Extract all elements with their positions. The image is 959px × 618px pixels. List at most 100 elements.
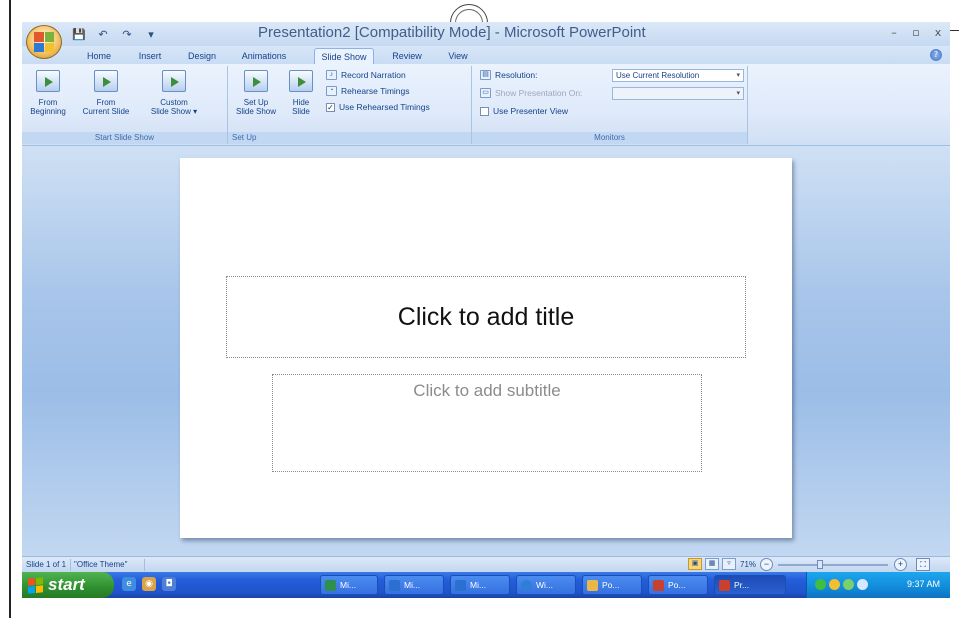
tab-slide-show[interactable]: Slide Show: [314, 48, 374, 64]
slide-sorter-view-icon[interactable]: ▦: [705, 558, 719, 570]
taskbar-button-5[interactable]: Po...: [582, 575, 642, 595]
projector-screen-icon: [94, 70, 118, 92]
set-up-slide-show-button[interactable]: Set Up Slide Show: [232, 70, 280, 116]
maximize-button[interactable]: ▫: [908, 24, 924, 40]
tab-home[interactable]: Home: [80, 48, 118, 64]
media-player-icon[interactable]: ◉: [142, 577, 156, 591]
update-icon[interactable]: [843, 579, 854, 590]
resolution-dropdown[interactable]: Use Current Resolution ▾: [612, 69, 744, 82]
resolution-label: Resolution:: [495, 70, 538, 80]
slide-canvas[interactable]: Click to add title Click to add subtitle: [180, 158, 792, 538]
use-rehearsed-timings-label: Use Rehearsed Timings: [339, 102, 430, 112]
start-label: start: [48, 575, 85, 594]
group-monitors: ▤ Resolution: Use Current Resolution ▾ ▭…: [472, 66, 748, 144]
quick-launch-bar: e ◉ ◘: [122, 577, 176, 591]
office-button[interactable]: [26, 25, 62, 59]
from-beginning-label-2: Beginning: [30, 107, 66, 116]
record-narration-button[interactable]: ♪ Record Narration: [326, 70, 406, 80]
title-bar: 💾 ↶ ↷ ▾ Presentation2 [Compatibility Mod…: [22, 22, 950, 46]
normal-view-icon[interactable]: ▣: [688, 558, 702, 570]
zoom-out-button[interactable]: −: [760, 558, 773, 571]
view-buttons: ▣ ▦ ▿: [688, 558, 736, 570]
use-rehearsed-timings-checkbox[interactable]: ✓ Use Rehearsed Timings: [326, 102, 430, 112]
windows-taskbar: start e ◉ ◘ Mi... Mi... Mi... Wi... Po..…: [22, 572, 950, 598]
show-desktop-icon[interactable]: ◘: [162, 577, 176, 591]
save-icon[interactable]: 💾: [70, 26, 88, 42]
internet-explorer-icon[interactable]: e: [122, 577, 136, 591]
resolution-label-row: ▤ Resolution:: [480, 70, 538, 80]
microphone-icon: ♪: [326, 70, 337, 80]
slide-workspace: Click to add title Click to add subtitle: [22, 146, 950, 556]
custom-slide-show-button[interactable]: Custom Slide Show ▾: [144, 70, 204, 116]
zoom-level[interactable]: 71%: [740, 560, 756, 569]
show-presentation-on-label-row: ▭ Show Presentation On:: [480, 88, 582, 98]
zoom-slider-thumb[interactable]: [817, 560, 823, 569]
taskbar-button-4[interactable]: Wi...: [516, 575, 576, 595]
resolution-value: Use Current Resolution: [616, 71, 700, 80]
tab-design[interactable]: Design: [182, 48, 222, 64]
group-label-set-up: Set Up: [228, 132, 471, 144]
close-button[interactable]: x: [930, 24, 946, 40]
volume-icon[interactable]: [857, 579, 868, 590]
excel-icon: [325, 579, 336, 591]
window-title: Presentation2 [Compatibility Mode] - Mic…: [258, 24, 646, 41]
page-margin-rule: [9, 0, 11, 618]
minimize-button[interactable]: –: [886, 24, 902, 40]
clock[interactable]: 9:37 AM: [907, 579, 940, 589]
from-beginning-label-1: From: [38, 98, 58, 107]
group-start-slide-show: From Beginning From Current Slide Custom…: [22, 66, 228, 144]
customize-qat-icon[interactable]: ▾: [142, 26, 160, 42]
status-divider: [70, 559, 71, 571]
zoom-slider-track[interactable]: [778, 564, 888, 566]
set-up-label-2: Slide Show: [235, 107, 277, 116]
decorative-tick: [950, 30, 959, 31]
rehearse-timings-button[interactable]: ◔ Rehearse Timings: [326, 86, 410, 96]
hide-slide-icon: [289, 70, 313, 92]
hide-slide-label-2: Slide: [292, 107, 310, 116]
powerpoint-icon: [653, 579, 664, 591]
taskbar-button-2[interactable]: Mi...: [384, 575, 444, 595]
hide-slide-label-1: Hide: [292, 98, 310, 107]
taskbar-button-6[interactable]: Po...: [648, 575, 708, 595]
subtitle-placeholder[interactable]: Click to add subtitle: [272, 374, 702, 472]
security-icon[interactable]: [829, 579, 840, 590]
taskbar-button-label: Po...: [668, 580, 686, 590]
title-placeholder[interactable]: Click to add title: [226, 276, 746, 358]
network-icon[interactable]: [815, 579, 826, 590]
custom-show-icon: [162, 70, 186, 92]
from-beginning-button[interactable]: From Beginning: [26, 70, 70, 116]
taskbar-button-3[interactable]: Mi...: [450, 575, 510, 595]
show-presentation-on-label: Show Presentation On:: [495, 88, 583, 98]
slideshow-view-icon[interactable]: ▿: [722, 558, 736, 570]
tab-review[interactable]: Review: [386, 48, 428, 64]
show-presentation-on-dropdown[interactable]: ▾: [612, 87, 744, 100]
rehearse-timings-label: Rehearse Timings: [341, 86, 410, 96]
help-icon[interactable]: ?: [930, 49, 942, 61]
tab-animations[interactable]: Animations: [234, 48, 294, 64]
undo-icon[interactable]: ↶: [94, 26, 112, 42]
windows-flag-icon: [28, 576, 43, 594]
from-current-label-2: Current Slide: [82, 107, 130, 116]
hide-slide-button[interactable]: Hide Slide: [286, 70, 316, 116]
display-icon: ▭: [480, 88, 491, 98]
set-up-label-1: Set Up: [243, 98, 269, 107]
from-current-slide-button[interactable]: From Current Slide: [76, 70, 136, 116]
taskbar-button-7[interactable]: Pr...: [714, 575, 786, 595]
fit-to-window-icon[interactable]: ⛶: [916, 558, 930, 571]
custom-show-label-1: Custom: [160, 98, 188, 107]
ribbon: From Beginning From Current Slide Custom…: [22, 64, 950, 146]
zoom-in-button[interactable]: +: [894, 558, 907, 571]
tab-insert[interactable]: Insert: [132, 48, 168, 64]
ribbon-tabs: Home Insert Design Animations Slide Show…: [22, 46, 950, 64]
slideshow-play-icon: [36, 70, 60, 92]
tab-view[interactable]: View: [442, 48, 474, 64]
group-set-up: Set Up Slide Show Hide Slide ♪ Record Na…: [228, 66, 472, 144]
redo-icon[interactable]: ↷: [118, 26, 136, 42]
from-current-label-1: From: [96, 98, 116, 107]
window-controls: – ▫ x: [886, 24, 946, 40]
taskbar-button-1[interactable]: Mi...: [320, 575, 378, 595]
use-presenter-view-checkbox[interactable]: Use Presenter View: [480, 106, 568, 116]
taskbar-button-label: Po...: [602, 580, 620, 590]
start-button[interactable]: start: [22, 572, 114, 598]
theme-name[interactable]: "Office Theme": [74, 560, 127, 569]
